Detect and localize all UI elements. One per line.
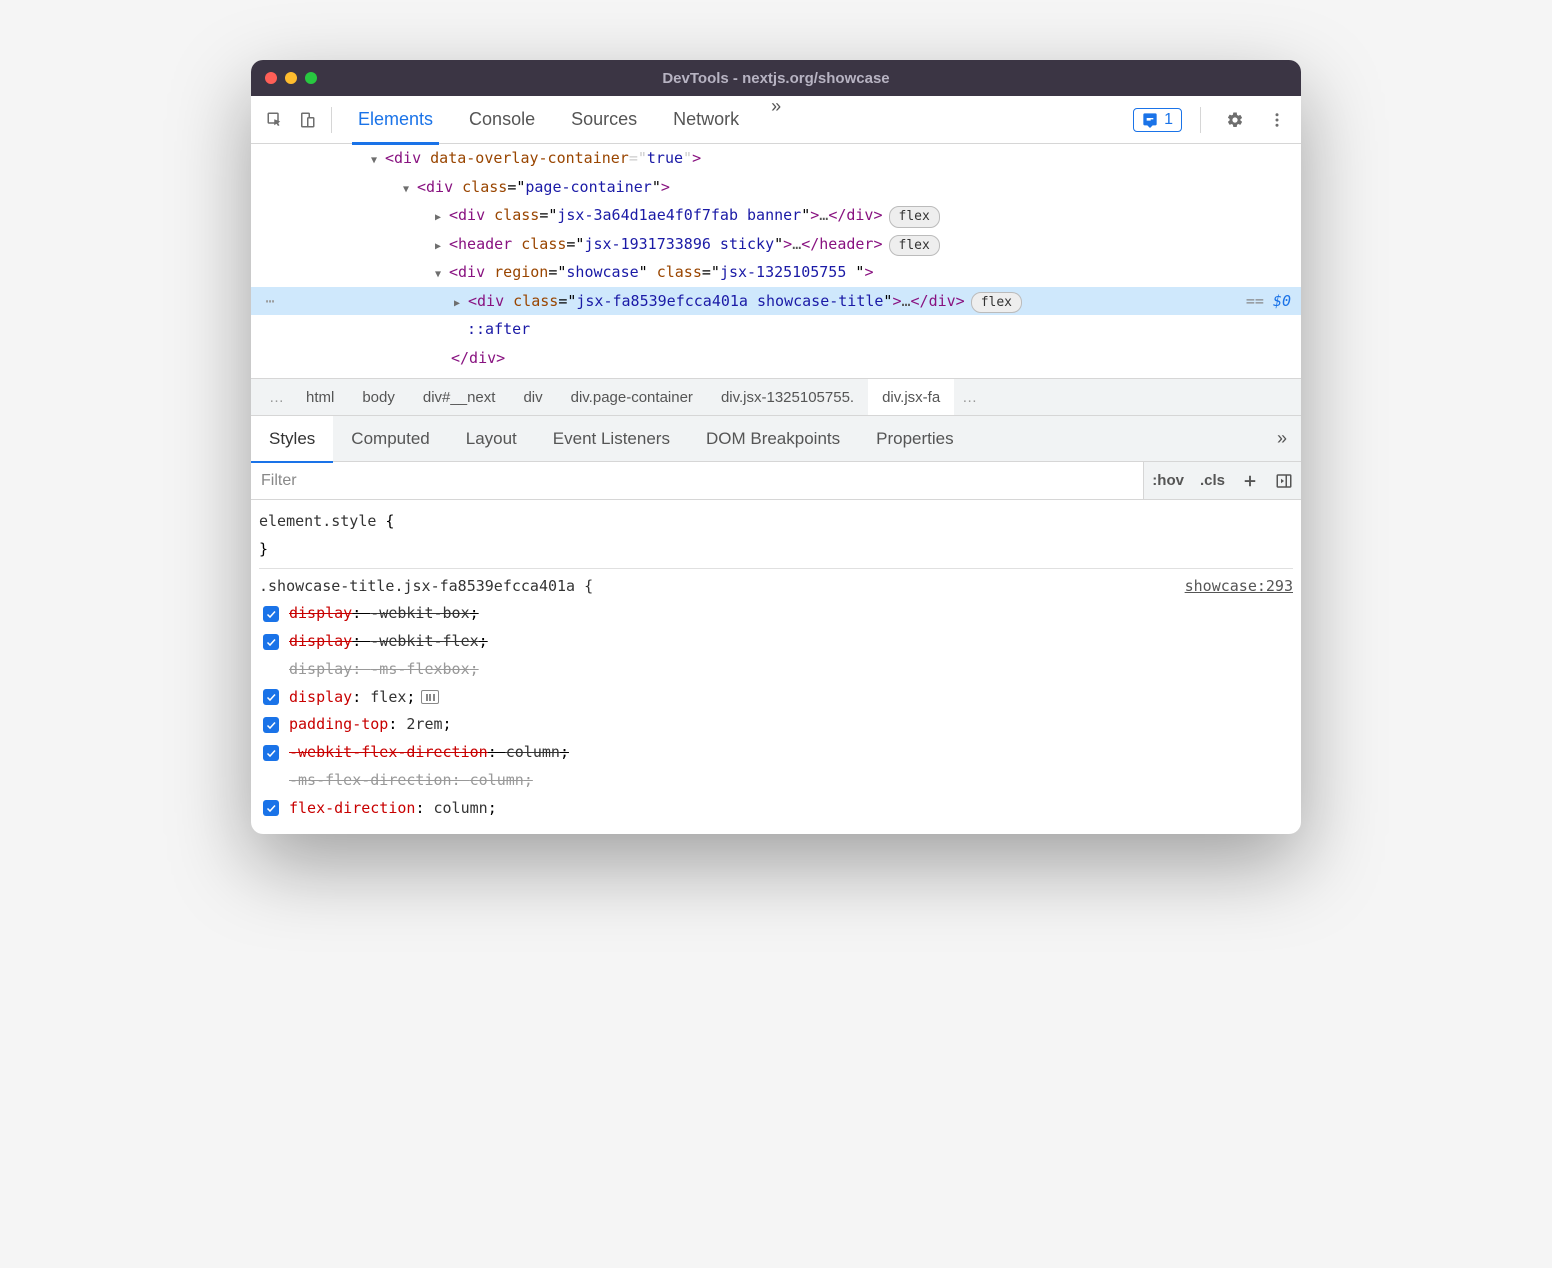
property-name[interactable]: -webkit-flex-direction (289, 743, 488, 761)
tab-elements[interactable]: Elements (340, 96, 451, 144)
subtab-properties[interactable]: Properties (858, 416, 971, 462)
settings-gear-icon[interactable] (1219, 104, 1251, 136)
flex-badge[interactable]: flex (971, 292, 1022, 314)
property-name[interactable]: -ms-flex-direction (289, 771, 452, 789)
breadcrumb-item[interactable]: div#__next (409, 379, 510, 415)
property-enable-checkbox[interactable] (263, 745, 279, 761)
property-value[interactable]: column (434, 799, 488, 817)
breadcrumb-item-active[interactable]: div.jsx-fa (868, 379, 954, 415)
css-property[interactable]: -ms-flex-direction: column; (259, 767, 1293, 795)
source-link[interactable]: showcase:293 (1185, 573, 1293, 601)
device-toolbar-icon[interactable] (291, 104, 323, 136)
subtab-layout[interactable]: Layout (448, 416, 535, 462)
breadcrumb-item[interactable]: html (292, 379, 348, 415)
css-property[interactable]: padding-top: 2rem; (259, 711, 1293, 739)
css-property[interactable]: display: -webkit-box; (259, 600, 1293, 628)
property-value[interactable]: column (470, 771, 524, 789)
dom-node[interactable]: <header class="jsx-1931733896 sticky">…<… (251, 230, 1301, 259)
property-enable-checkbox[interactable] (263, 606, 279, 622)
sub-tabs: Styles Computed Layout Event Listeners D… (251, 416, 1301, 462)
separator (1200, 107, 1201, 133)
styles-filter-row: :hov .cls (251, 462, 1301, 500)
css-property[interactable]: display: -webkit-flex; (259, 628, 1293, 656)
subtabs-overflow[interactable]: » (1263, 428, 1301, 449)
computed-sidebar-toggle-icon[interactable] (1267, 462, 1301, 499)
main-toolbar: Elements Console Sources Network » 1 (251, 96, 1301, 144)
dom-node[interactable]: <div data-overlay-container="true"> (251, 144, 1301, 173)
issues-count: 1 (1164, 111, 1173, 129)
css-property[interactable]: -webkit-flex-direction: column; (259, 739, 1293, 767)
property-value[interactable]: column (506, 743, 560, 761)
style-rule-showcase-title[interactable]: showcase:293 .showcase-title.jsx-fa8539e… (259, 568, 1293, 823)
property-enable-checkbox[interactable] (263, 634, 279, 650)
property-value[interactable]: -webkit-box (370, 604, 469, 622)
breadcrumb-item[interactable]: div (509, 379, 556, 415)
css-property[interactable]: display: flex; (259, 684, 1293, 712)
elements-panel[interactable]: <div data-overlay-container="true"> <div… (251, 144, 1301, 378)
tab-console[interactable]: Console (451, 96, 553, 144)
property-name[interactable]: flex-direction (289, 799, 415, 817)
dom-node[interactable]: <div class="page-container"> (251, 173, 1301, 202)
flexbox-editor-icon[interactable] (421, 690, 439, 704)
property-enable-checkbox[interactable] (263, 717, 279, 733)
breadcrumb-item[interactable]: div.page-container (557, 379, 707, 415)
console-reference: == $0 (1230, 287, 1291, 316)
tab-network[interactable]: Network (655, 96, 757, 144)
property-name[interactable]: display (289, 688, 352, 706)
property-value[interactable]: 2rem (406, 715, 442, 733)
dom-breadcrumb[interactable]: … html body div#__next div div.page-cont… (251, 378, 1301, 416)
devtools-window: DevTools - nextjs.org/showcase Elements … (251, 60, 1301, 834)
styles-filter-input[interactable] (251, 472, 1143, 490)
flex-badge[interactable]: flex (889, 206, 940, 228)
property-enable-checkbox[interactable] (263, 689, 279, 705)
breadcrumb-overflow-left[interactable]: … (261, 389, 292, 406)
breadcrumb-item[interactable]: body (348, 379, 409, 415)
node-actions-ellipsis[interactable]: ⋯ (261, 287, 279, 316)
inspect-element-icon[interactable] (259, 104, 291, 136)
dom-node[interactable]: <div region="showcase" class="jsx-132510… (251, 258, 1301, 287)
subtab-dom-breakpoints[interactable]: DOM Breakpoints (688, 416, 858, 462)
separator (331, 107, 332, 133)
dom-node[interactable]: <div class="jsx-3a64d1ae4f0f7fab banner"… (251, 201, 1301, 230)
property-value[interactable]: flex (370, 688, 406, 706)
property-name[interactable]: display (289, 604, 352, 622)
subtab-event-listeners[interactable]: Event Listeners (535, 416, 688, 462)
dom-node-selected[interactable]: ⋯ <div class="jsx-fa8539efcca401a showca… (251, 287, 1301, 316)
css-property[interactable]: display: -ms-flexbox; (259, 656, 1293, 684)
styles-panel[interactable]: element.style { } showcase:293 .showcase… (251, 500, 1301, 834)
subtab-computed[interactable]: Computed (333, 416, 447, 462)
tab-sources[interactable]: Sources (553, 96, 655, 144)
property-value[interactable]: -ms-flexbox (370, 660, 469, 678)
property-enable-checkbox[interactable] (263, 800, 279, 816)
kebab-menu-icon[interactable] (1261, 104, 1293, 136)
breadcrumb-item[interactable]: div.jsx-1325105755. (707, 379, 868, 415)
breadcrumb-overflow-right[interactable]: … (954, 389, 985, 406)
rule-selector[interactable]: .showcase-title.jsx-fa8539efcca401a { (259, 577, 593, 595)
dom-node-pseudo[interactable]: ::after (251, 315, 1301, 344)
property-value[interactable]: -webkit-flex (370, 632, 478, 650)
dom-node-close[interactable]: </div> (251, 344, 1301, 373)
new-style-rule-icon[interactable] (1233, 462, 1267, 499)
subtab-styles[interactable]: Styles (251, 416, 333, 462)
property-name[interactable]: padding-top (289, 715, 388, 733)
main-tabs: Elements Console Sources Network » (340, 96, 795, 144)
flex-badge[interactable]: flex (889, 235, 940, 257)
window-title: DevTools - nextjs.org/showcase (251, 70, 1301, 87)
tabs-overflow[interactable]: » (757, 96, 795, 144)
style-rule-element-style[interactable]: element.style { } (259, 508, 1293, 564)
property-name[interactable]: display (289, 660, 352, 678)
issues-button[interactable]: 1 (1133, 108, 1182, 132)
titlebar[interactable]: DevTools - nextjs.org/showcase (251, 60, 1301, 96)
cls-toggle[interactable]: .cls (1192, 462, 1233, 499)
css-property[interactable]: flex-direction: column; (259, 795, 1293, 823)
property-name[interactable]: display (289, 632, 352, 650)
hov-toggle[interactable]: :hov (1144, 462, 1192, 499)
